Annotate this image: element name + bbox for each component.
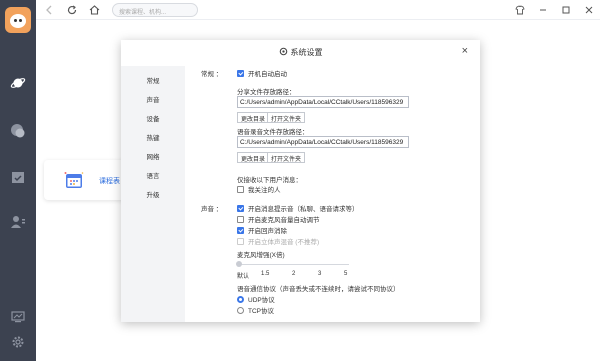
minimize-icon[interactable] — [536, 3, 550, 17]
echo-cancel-label: 开启回声消除 — [248, 228, 287, 235]
share-path-field[interactable]: C:/Users/admin/AppData/Local/CCtalk/User… — [237, 96, 409, 108]
record-path-field[interactable]: C:/Users/admin/AppData/Local/CCtalk/User… — [237, 136, 409, 148]
avatar-eye-right — [19, 19, 22, 22]
mic-auto-label: 开启麦克风音量自动调节 — [248, 217, 320, 224]
maximize-icon[interactable] — [559, 3, 573, 17]
tick-1-5: 1.5 — [261, 271, 270, 277]
calendar-check-icon[interactable] — [9, 168, 27, 186]
tick-5: 5 — [344, 271, 348, 277]
dialog-title-text: 系统设置 — [290, 48, 323, 57]
followed-only-checkbox[interactable] — [237, 185, 244, 193]
share-change-dir-button[interactable]: 更改目录 — [237, 112, 270, 123]
echo-cancel-checkbox[interactable] — [237, 226, 244, 234]
nav-general[interactable]: 常规 — [121, 75, 185, 85]
nav-language[interactable]: 语言 — [121, 170, 185, 180]
sound-option-2[interactable]: 开启麦克风音量自动调节 — [237, 214, 320, 224]
stereo-mix-checkbox — [237, 237, 244, 245]
settings-gear-icon[interactable] — [9, 333, 27, 351]
dialog-title: 系统设置 — [121, 47, 480, 58]
skin-icon[interactable] — [513, 3, 527, 17]
chat-icon[interactable] — [9, 122, 27, 140]
followed-only-label: 我关注的人 — [248, 187, 281, 194]
settings-nav: 常规 声音 设备 热键 网络 语言 升级 — [121, 66, 185, 322]
udp-radio[interactable] — [237, 295, 244, 303]
record-path-label: 语音录音文件存放路径： — [237, 129, 309, 136]
mic-boost-slider[interactable] — [236, 261, 242, 267]
mic-boost-track — [239, 264, 349, 265]
tcp-radio[interactable] — [237, 306, 244, 314]
schedule-label: 课程表 — [99, 178, 120, 185]
record-change-dir-button[interactable]: 更改目录 — [237, 152, 270, 163]
mic-auto-checkbox[interactable] — [237, 215, 244, 223]
tcp-label: TCP协议 — [248, 308, 274, 315]
settings-icon — [279, 47, 287, 56]
record-open-folder-button[interactable]: 打开文件夹 — [267, 152, 306, 163]
nav-hotkey[interactable]: 热键 — [121, 132, 185, 142]
nav-network[interactable]: 网络 — [121, 151, 185, 161]
msg-sound-checkbox[interactable] — [237, 204, 244, 212]
sound-option-3[interactable]: 开启回声消除 — [237, 225, 287, 235]
sound-option-1[interactable]: 开启消息提示音（私聊、语音请求等） — [237, 203, 359, 213]
stereo-mix-label: 开启立体声混音 (不推荐) — [248, 239, 320, 246]
left-rail — [0, 0, 36, 361]
section-general-label: 常规 ： — [201, 71, 223, 78]
avatar-eye-left — [14, 19, 17, 22]
tick-2: 2 — [292, 271, 296, 277]
close-dialog-button[interactable]: × — [462, 45, 468, 57]
autostart-label: 开机自动启动 — [248, 71, 287, 78]
avatar[interactable] — [5, 7, 31, 33]
nav-sound[interactable]: 声音 — [121, 94, 185, 104]
share-open-folder-button[interactable]: 打开文件夹 — [267, 112, 306, 123]
search-input[interactable]: 搜索课程、机构... — [112, 3, 198, 17]
share-path-label: 分享文件存放路径： — [237, 89, 296, 96]
tcp-option[interactable]: TCP协议 — [237, 305, 274, 315]
schedule-card[interactable]: 课程表 — [44, 160, 126, 200]
back-icon[interactable] — [42, 3, 56, 17]
monitor-icon[interactable] — [9, 308, 27, 326]
nav-device[interactable]: 设备 — [121, 113, 185, 123]
autostart-checkbox[interactable] — [237, 69, 244, 77]
tick-default: 默认 — [237, 274, 250, 280]
nav-upgrade[interactable]: 升级 — [121, 189, 185, 199]
section-sound-label: 声音 ： — [201, 206, 223, 213]
close-window-icon[interactable] — [582, 3, 596, 17]
refresh-icon[interactable] — [65, 3, 79, 17]
msg-filter-option[interactable]: 我关注的人 — [237, 184, 281, 194]
settings-dialog: 系统设置 × 常规 声音 设备 热键 网络 语言 升级 常规 ： 开机自动启动 … — [121, 40, 480, 322]
udp-label: UDP协议 — [248, 297, 275, 304]
home-icon[interactable] — [87, 3, 101, 17]
protocol-label: 语音通信协议（声音丢失或不连续时，请尝试不同协议） — [237, 286, 400, 293]
sound-option-4: 开启立体声混音 (不推荐) — [237, 236, 319, 246]
mic-boost-label: 麦克风增强(X倍) — [237, 252, 285, 259]
msg-filter-label: 仅接收以下用户消息： — [237, 177, 302, 184]
planet-icon[interactable] — [9, 74, 27, 92]
contacts-icon[interactable] — [9, 213, 27, 231]
calendar-icon — [64, 172, 84, 188]
tick-3: 3 — [318, 271, 322, 277]
udp-option[interactable]: UDP协议 — [237, 294, 275, 304]
top-bar: 搜索课程、机构... — [36, 0, 600, 20]
autostart-option[interactable]: 开机自动启动 — [237, 68, 287, 78]
msg-sound-label: 开启消息提示音（私聊、语音请求等） — [248, 206, 359, 213]
avatar-face — [10, 14, 26, 28]
